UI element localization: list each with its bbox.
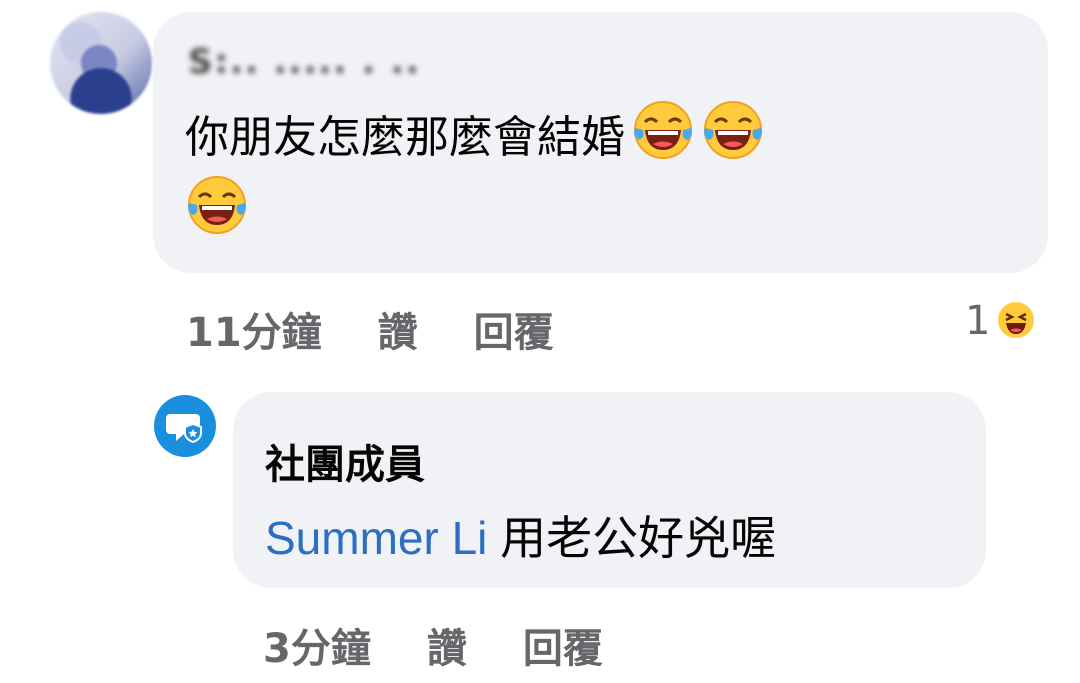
like-button[interactable]: 讚 xyxy=(378,300,418,358)
tears-of-joy-emoji-icon xyxy=(188,176,246,234)
commenter-avatar[interactable] xyxy=(50,12,152,114)
reply-button[interactable]: 回覆 xyxy=(523,616,603,674)
reply-button[interactable]: 回覆 xyxy=(474,300,554,358)
reply-text: Summer Li 用老公好兇喔 xyxy=(265,502,776,568)
reply-bubble: 社團成員 Summer Li 用老公好兇喔 xyxy=(233,392,986,588)
tears-of-joy-emoji-icon xyxy=(704,101,762,159)
comment-body: 你朋友怎麼那麼會結婚 xyxy=(185,112,625,163)
reply-body: 用老公好兇喔 xyxy=(500,512,777,564)
reaction-count: 1 xyxy=(965,298,991,344)
reply-timestamp[interactable]: 3分鐘 xyxy=(263,616,371,674)
mention-link[interactable]: Summer Li xyxy=(265,512,487,564)
laughing-emoji-icon xyxy=(998,302,1035,338)
comment-timestamp[interactable]: 11分鐘 xyxy=(186,300,322,358)
reaction-summary[interactable]: 1 xyxy=(965,298,1036,344)
reply-meta: 3分鐘讚回覆 xyxy=(263,616,603,674)
group-member-badge-icon xyxy=(154,395,216,457)
reply-author-name[interactable]: 社團成員 xyxy=(265,432,425,490)
tears-of-joy-emoji-icon xyxy=(634,101,692,159)
like-button[interactable]: 讚 xyxy=(427,616,467,674)
comment-meta: 11分鐘讚回覆 xyxy=(186,300,554,358)
comment-author-name[interactable]: S:.. ..... . .. xyxy=(188,42,458,82)
comment-bubble: S:.. ..... . .. 你朋友怎麼那麼會結婚 xyxy=(153,12,1048,273)
comment-text: 你朋友怎麼那麼會結婚 xyxy=(185,98,985,248)
